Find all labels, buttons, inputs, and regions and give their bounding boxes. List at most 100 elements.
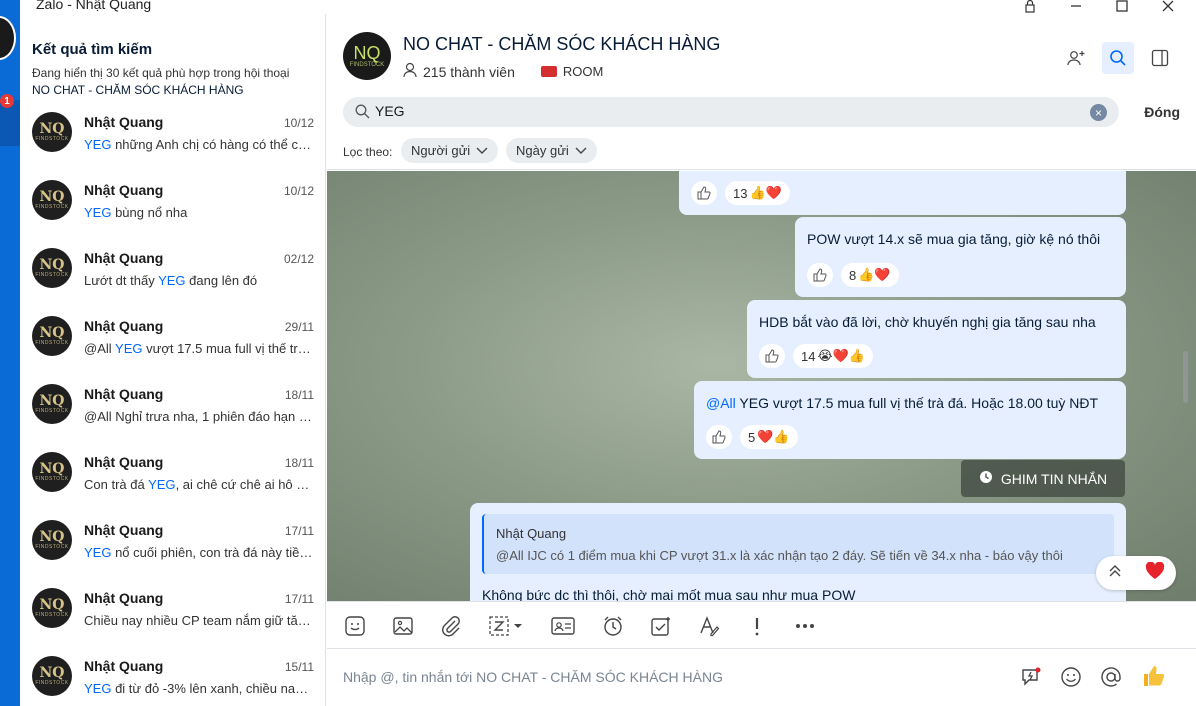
message-date: 18/11 [284,388,314,402]
message-date: 29/11 [284,320,314,334]
chat-header: NQ FINDSTOCK NO CHAT - CHĂM SÓC KHÁCH HÀ… [327,14,1196,92]
reaction-summary[interactable]: 13 👍❤️ [725,181,790,205]
messages-scrollbar[interactable] [1183,351,1188,403]
double-chevron-up-icon[interactable] [1108,564,1122,583]
search-highlight: YEG [84,205,112,220]
like-react-icon[interactable] [706,425,732,449]
date-filter-dropdown[interactable]: Ngày gửi [506,138,597,163]
heart-icon[interactable] [1145,561,1165,585]
quoted-text: @All IJC có 1 điểm mua khi CP vượt 31.x … [496,548,1063,563]
message-input[interactable]: Nhập @, tin nhắn tới NO CHAT - CHĂM SÓC … [343,669,723,685]
search-toggle-icon[interactable] [1102,42,1134,74]
image-icon[interactable] [391,614,415,638]
maximize-icon[interactable] [1112,0,1132,14]
like-react-icon[interactable] [807,263,833,287]
message-area[interactable]: 13 👍❤️ POW vượt 14.x sẽ mua gia tăng, giờ… [327,171,1196,601]
chevron-down-icon [575,143,587,158]
chevron-down-icon [476,143,488,158]
sidebar-toggle-icon[interactable] [1144,42,1176,74]
sender-name: Nhật Quang [84,590,164,606]
search-result-item[interactable]: NQ FINDSTOCK Nhật Quang 10/12 YEG bùng nổ nh… [20,176,326,244]
member-count[interactable]: 215 thành viên [423,64,515,80]
message-text: POW vượt 14.x sẽ mua gia tăng, giờ kệ nó… [807,231,1101,247]
search-result-item[interactable]: NQ FINDSTOCK Nhật Quang 15/11 YEG đi từ đỏ -… [20,652,326,706]
text-format-icon[interactable] [697,614,721,638]
message-text: @All YEG vượt 17.5 mua full vị thế trà đ… [706,395,1099,411]
quick-like-icon[interactable] [1141,663,1167,689]
reaction-summary[interactable]: 8 👍❤️ [841,263,899,287]
message-bubble[interactable]: POW vượt 14.x sẽ mua gia tăng, giờ kệ nó… [795,217,1126,297]
clear-search-icon[interactable]: × [1090,104,1107,121]
like-react-icon[interactable] [691,181,717,205]
results-description: Đang hiển thị 30 kết quả phù hợp trong h… [32,66,290,97]
emoji-icon[interactable] [1059,665,1083,689]
floating-reaction-bar[interactable] [1096,556,1176,590]
search-results-panel: Kết quả tìm kiếm Đang hiển thị 30 kết qu… [20,14,341,706]
message-bubble[interactable]: HDB bắt vào đã lời, chờ khuyến nghị gia … [747,300,1126,378]
mention[interactable]: @All [706,395,736,411]
mention-icon[interactable] [1099,665,1123,689]
message-date: 10/12 [283,116,314,130]
clock-icon [979,470,993,487]
user-avatar[interactable] [0,16,16,60]
search-result-item[interactable]: NQ FINDSTOCK Nhật Quang 02/12 Lướt dt thấy Y… [20,244,326,312]
search-icon [355,104,370,124]
chat-meta: 215 thành viên ROOM [403,62,603,81]
quoted-message[interactable]: Nhật Quang @All IJC có 1 điểm mua khi CP… [482,514,1114,574]
sender-avatar: NQ FINDSTOCK [32,180,72,220]
message-date: 10/12 [283,184,314,198]
room-label[interactable]: ROOM [563,64,603,79]
sender-avatar: NQ FINDSTOCK [32,316,72,356]
group-avatar[interactable]: NQ FINDSTOCK [343,32,391,80]
contact-card-icon[interactable] [551,614,575,638]
search-highlight: YEG [115,341,143,356]
message-date: 02/12 [283,252,314,266]
message-snippet: Chiều nay nhiều CP team nắm giữ tăng tốt [84,613,314,628]
title-bar: Zalo - Nhật Quang [0,0,1196,14]
message-bubble[interactable]: @All YEG vượt 17.5 mua full vị thế trà đ… [694,381,1126,459]
sender-avatar: NQ FINDSTOCK [32,588,72,628]
result-list: NQ FINDSTOCK Nhật Quang 10/12 YEG những Anh … [20,108,326,706]
reaction-summary[interactable]: 14 😭❤️👍 [793,344,874,368]
person-icon [403,62,417,81]
sender-filter-dropdown[interactable]: Người gửi [401,138,499,163]
search-result-item[interactable]: NQ FINDSTOCK Nhật Quang 18/11 Con trà đá YEG… [20,448,326,516]
attachment-icon[interactable] [439,614,463,638]
sticker-icon[interactable] [343,614,367,638]
urgent-icon[interactable] [745,614,769,638]
message-snippet: @All YEG vượt 17.5 mua full vị thế trà đ… [84,341,314,356]
search-result-item[interactable]: NQ FINDSTOCK Nhật Quang 17/11 Chiều nay nhiề… [20,584,326,652]
message-snippet: Lướt dt thấy YEG đang lên đó [84,273,258,288]
screenshot-icon[interactable] [487,614,527,638]
close-icon[interactable] [1158,0,1178,14]
sender-avatar: NQ FINDSTOCK [32,248,72,288]
message-date: 17/11 [284,592,314,606]
sender-name: Nhật Quang [84,658,164,674]
reaction-summary[interactable]: 5 ❤️👍 [740,425,798,449]
sender-name: Nhật Quang [84,250,164,266]
message-text: Không bức dc thì thôi, chờ mai mốt mua s… [482,587,856,601]
quick-message-icon[interactable] [1019,665,1043,689]
search-query[interactable]: YEG [375,103,405,119]
search-result-item[interactable]: NQ FINDSTOCK Nhật Quang 10/12 YEG những Anh … [20,108,326,176]
lock-icon[interactable] [1020,0,1040,14]
message-input-row: Nhập @, tin nhắn tới NO CHAT - CHĂM SÓC … [327,649,1196,706]
reply-message-bubble[interactable]: Nhật Quang @All IJC có 1 điểm mua khi CP… [470,503,1126,601]
task-icon[interactable] [649,614,673,638]
add-member-icon[interactable] [1060,42,1092,74]
chat-search-input[interactable]: YEG × [343,97,1119,127]
sender-avatar: NQ FINDSTOCK [32,656,72,696]
pin-message-button[interactable]: GHIM TIN NHẮN [961,460,1125,497]
search-result-item[interactable]: NQ FINDSTOCK Nhật Quang 18/11 @All Nghỉ trưa… [20,380,326,448]
close-search-button[interactable]: Đóng [1144,104,1180,120]
search-result-item[interactable]: NQ FINDSTOCK Nhật Quang 17/11 YEG nổ cuối ph… [20,516,326,584]
search-result-item[interactable]: NQ FINDSTOCK Nhật Quang 29/11 @All YEG vượt … [20,312,326,380]
message-bubble[interactable]: 13 👍❤️ [679,171,1126,215]
like-react-icon[interactable] [759,344,785,368]
minimize-icon[interactable] [1066,0,1086,14]
sender-name: Nhật Quang [84,114,164,130]
tag-icon [540,66,557,77]
reminder-clock-icon[interactable] [601,614,625,638]
message-text: HDB bắt vào đã lời, chờ khuyến nghị gia … [759,314,1096,330]
more-options-icon[interactable] [793,614,817,638]
